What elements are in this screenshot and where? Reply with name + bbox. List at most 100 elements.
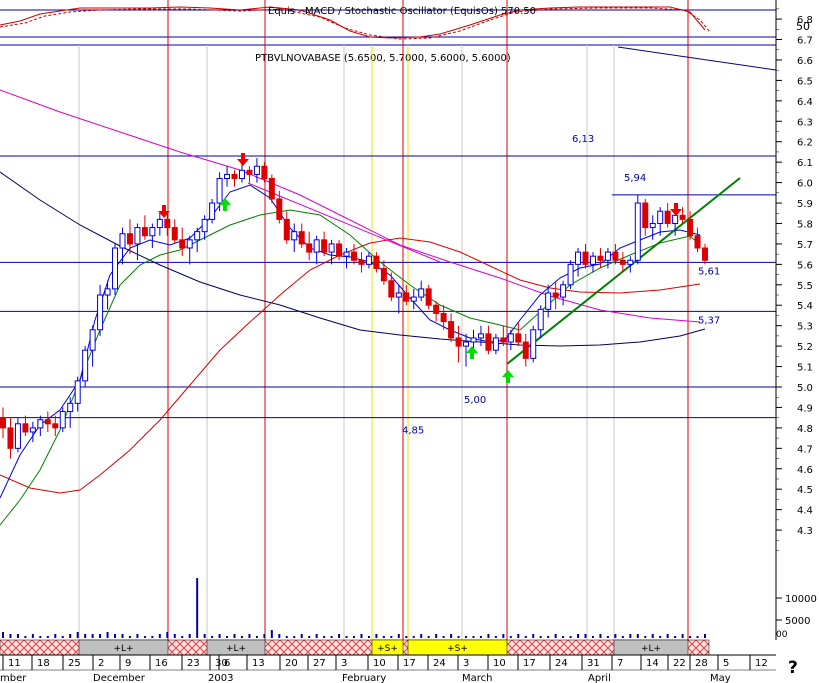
candle-body — [388, 280, 395, 298]
candle-body — [97, 294, 104, 331]
candle-body — [657, 210, 664, 224]
candle-body — [59, 411, 66, 429]
candle-body — [433, 304, 440, 314]
price-tick-label: 6.5 — [797, 76, 813, 87]
month-label: May — [710, 673, 731, 683]
candle-body — [425, 288, 432, 306]
candle-body — [380, 267, 387, 282]
price-tick-label: 5.0 — [797, 383, 813, 394]
candle-body — [492, 337, 499, 351]
candle-body — [545, 292, 552, 310]
chart-canvas: Equis - MACD / Stochastic Oscillator (Eq… — [0, 0, 819, 683]
date-tick-label: 23 — [187, 658, 200, 669]
date-tick-label: 9 — [125, 658, 131, 669]
plot-background — [0, 0, 819, 683]
horizontal-level-label: 5,00 — [464, 395, 486, 406]
price-tick-label: 5.4 — [797, 301, 813, 312]
candle-body — [642, 202, 649, 229]
date-tick-label: 10 — [493, 658, 506, 669]
candle-body — [463, 341, 470, 347]
candle-body — [694, 235, 701, 249]
horizontal-level-label: 5,94 — [624, 173, 646, 184]
candle-body — [560, 284, 567, 298]
candle-body — [604, 251, 611, 261]
horizontal-level-label: 6,13 — [572, 134, 594, 145]
date-tick-label: 17 — [403, 658, 416, 669]
candle-body — [515, 333, 522, 343]
candle-body — [89, 329, 96, 351]
date-tick-label: 31 — [587, 658, 600, 669]
candle-body — [500, 337, 507, 343]
candle-body — [485, 333, 492, 351]
candle-body — [627, 259, 634, 265]
candle-body — [29, 427, 36, 433]
candle-body — [530, 329, 537, 359]
candle — [425, 284, 432, 310]
candle-body — [283, 218, 290, 241]
candle-body — [134, 227, 141, 245]
candle-body — [328, 243, 335, 253]
price-tick-label: 5.6 — [797, 260, 813, 271]
price-tick-label: 4.5 — [797, 485, 813, 496]
candle — [82, 346, 89, 387]
date-tick-label: 28 — [695, 658, 708, 669]
horizontal-level-label: 5,61 — [698, 266, 720, 277]
candle-body — [336, 243, 343, 257]
month-label: mber — [0, 673, 27, 683]
candle-body — [552, 292, 559, 298]
candle-body — [634, 202, 641, 261]
date-tick-label: 3 — [463, 658, 469, 669]
volume-unit-label: 00 — [776, 630, 788, 640]
volume-tick-label: 10000 — [785, 594, 817, 605]
price-tick-label: 4.7 — [797, 444, 813, 455]
candle-body — [612, 251, 619, 261]
date-tick-label: 10 — [373, 658, 386, 669]
date-tick-label: 13 — [252, 658, 265, 669]
candle-body — [619, 259, 626, 265]
candle-body — [276, 198, 283, 220]
candle-body — [440, 312, 447, 323]
month-label: 2003 — [208, 673, 233, 683]
candle-body — [687, 218, 694, 237]
price-tick-label: 4.8 — [797, 424, 813, 435]
horizontal-level-label: 4,85 — [402, 426, 424, 437]
help-question-icon[interactable]: ? — [788, 658, 804, 678]
candle-body — [702, 247, 708, 261]
month-label: February — [342, 673, 386, 683]
month-label: March — [462, 673, 492, 683]
candle-body — [216, 178, 223, 204]
date-tick-label: 6 — [224, 658, 230, 669]
date-tick-label: 16 — [155, 658, 168, 669]
candle-body — [238, 169, 245, 180]
candle-body — [119, 233, 126, 249]
candle-body — [74, 380, 81, 404]
date-tick-label: 17 — [523, 658, 536, 669]
signal-band-label: +L+ — [226, 644, 246, 654]
candle-body — [291, 231, 298, 241]
date-tick-label: 12 — [755, 658, 768, 669]
candle-body — [470, 337, 477, 343]
candle-body — [589, 255, 596, 265]
candle-body — [507, 333, 514, 343]
candle — [209, 198, 216, 224]
signal-band-label: +L+ — [641, 644, 661, 654]
candle-body — [418, 288, 425, 298]
candle-body — [649, 222, 656, 229]
candle-body — [448, 321, 455, 339]
candle-body — [179, 239, 186, 249]
candle-body — [112, 247, 119, 290]
candle-body — [231, 173, 238, 180]
date-tick-label: 2 — [98, 658, 104, 669]
candle-body — [679, 214, 686, 220]
price-tick-label: 5.9 — [797, 199, 813, 210]
candle-body — [261, 165, 268, 180]
price-tick-label: 6.0 — [797, 179, 813, 190]
price-tick-label: 5.7 — [797, 240, 813, 251]
price-tick-label: 6.1 — [797, 158, 813, 169]
candle-body — [67, 402, 74, 413]
candle — [567, 260, 574, 289]
candle — [59, 407, 66, 432]
candle-body — [52, 423, 59, 429]
candle-body — [321, 239, 328, 253]
candle — [268, 174, 275, 204]
